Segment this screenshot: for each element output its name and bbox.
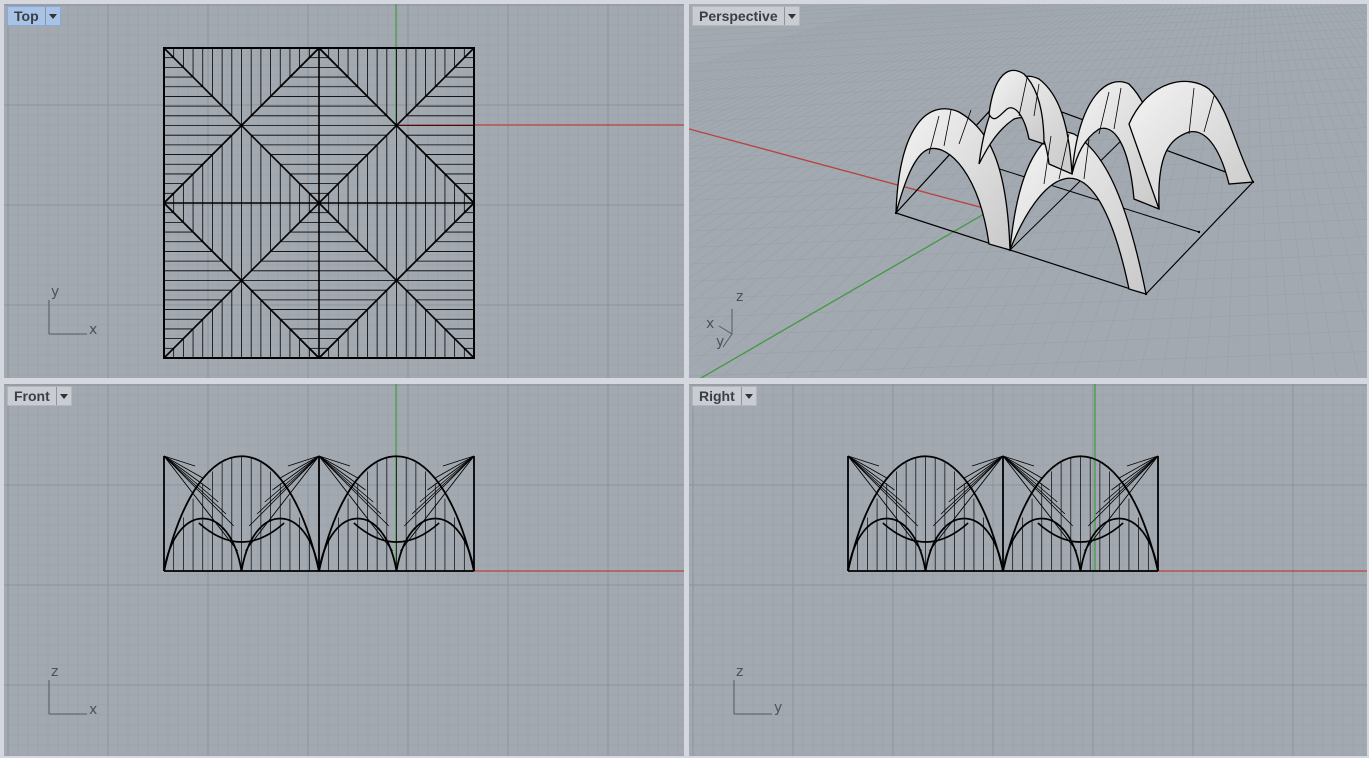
dropdown-arrow-icon[interactable]	[44, 7, 60, 25]
viewport-title: Right	[699, 388, 735, 404]
viewport-title: Front	[14, 388, 50, 404]
viewport-top[interactable]: x y Top	[4, 4, 684, 378]
vault-shell-render	[894, 69, 1255, 296]
dropdown-arrow-icon[interactable]	[783, 7, 799, 25]
dropdown-arrow-icon[interactable]	[55, 387, 71, 405]
axis-label-y: y	[774, 700, 783, 716]
front-view-canvas[interactable]	[4, 384, 684, 756]
axis-label-y: y	[51, 284, 60, 300]
top-view-canvas[interactable]	[4, 4, 684, 378]
axis-label-z: z	[736, 664, 744, 680]
viewport-title: Top	[14, 8, 39, 24]
axis-label-x: x	[89, 322, 98, 338]
vault-plan-wireframe	[162, 46, 476, 360]
right-view-canvas[interactable]	[689, 384, 1367, 756]
axis-label-x: x	[706, 316, 715, 332]
viewport-tab-right[interactable]: Right	[692, 386, 757, 406]
axis-label-z: z	[51, 664, 59, 680]
axis-label-x: x	[89, 702, 98, 718]
dropdown-arrow-icon[interactable]	[740, 387, 756, 405]
viewport-tab-top[interactable]: Top	[7, 6, 61, 26]
viewport-tab-perspective[interactable]: Perspective	[692, 6, 800, 26]
viewport-front[interactable]: x z Front	[4, 384, 684, 756]
viewport-tab-front[interactable]: Front	[7, 386, 72, 406]
axis-label-z: z	[736, 289, 744, 305]
perspective-view-canvas[interactable]	[689, 4, 1367, 378]
viewport-title: Perspective	[699, 8, 778, 24]
viewport-perspective[interactable]: z x y Perspective	[689, 4, 1367, 378]
axis-label-y: y	[716, 334, 725, 350]
y-axis-line	[700, 209, 992, 378]
vault-elevation-wireframe	[163, 455, 475, 572]
viewport-right[interactable]: y z Right	[689, 384, 1367, 756]
vault-elevation-wireframe	[847, 455, 1159, 572]
